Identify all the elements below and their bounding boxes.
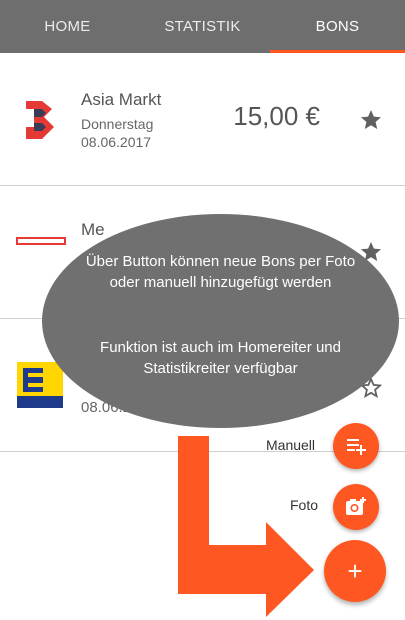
photo-label: Foto: [290, 497, 319, 513]
photo-add-button[interactable]: [333, 484, 379, 530]
add-receipt-button[interactable]: +: [324, 540, 386, 602]
plus-icon: +: [347, 555, 363, 586]
manual-add-button[interactable]: [333, 423, 379, 469]
camera-add-icon: [346, 497, 366, 515]
manual-label: Manuell: [266, 437, 316, 453]
playlist-add-icon: [347, 439, 366, 455]
